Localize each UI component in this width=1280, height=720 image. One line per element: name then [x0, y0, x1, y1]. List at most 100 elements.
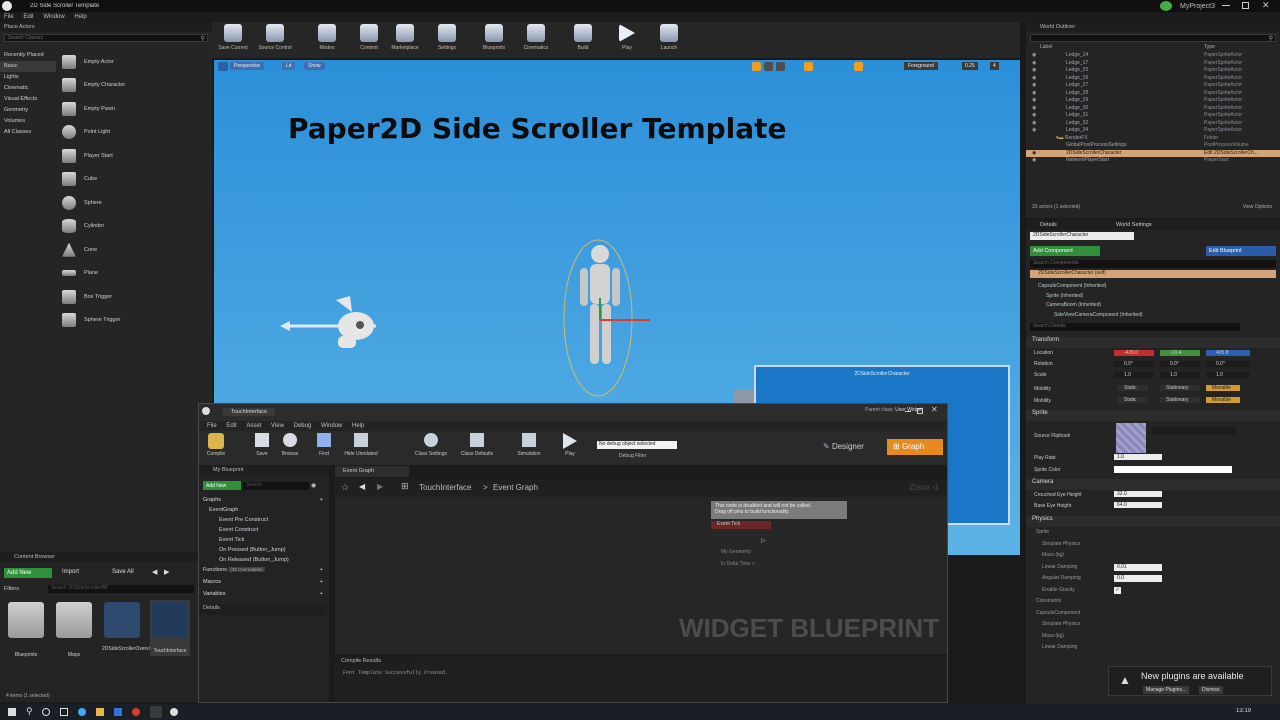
content-browser-tab[interactable]: Content Browser — [0, 552, 198, 562]
macros-section[interactable]: Macros + — [199, 579, 327, 591]
play-rate-field[interactable]: 1.0 — [1114, 454, 1162, 460]
edit-blueprint-button[interactable]: Edit Blueprint — [1206, 246, 1276, 256]
back-arrow-icon[interactable]: ◀ — [152, 568, 157, 576]
location-z[interactable]: 405.8 — [1206, 350, 1250, 356]
scale-y[interactable]: 1.0 — [1160, 372, 1200, 378]
my-blueprint-tab[interactable]: My Blueprint — [199, 465, 329, 475]
task-view-icon[interactable] — [60, 708, 68, 716]
actor-empty-pawn[interactable]: Empty Pawn — [58, 97, 212, 121]
unreal-taskbar-icon[interactable] — [170, 708, 178, 716]
browser-icon[interactable] — [78, 708, 86, 716]
perspective-button[interactable]: Perspective — [230, 62, 265, 70]
outliner-row[interactable]: ◉ Ledge_34 PaperSpriteActor — [1026, 127, 1280, 135]
dismiss-button[interactable]: Dismiss — [1199, 686, 1223, 694]
actor-sphere[interactable]: Sphere — [58, 191, 212, 215]
visibility-eye-icon[interactable]: ◉ — [1032, 67, 1036, 73]
viewport-options-button[interactable] — [218, 62, 228, 71]
physics-section[interactable]: Physics — [1026, 516, 1280, 527]
outliner-row[interactable]: ◉ Ledge_31 PaperSpriteActor — [1026, 112, 1280, 120]
add-variable-icon[interactable]: + — [320, 591, 323, 597]
toolbar-save-current-button[interactable]: Save Current — [216, 24, 250, 51]
save-button[interactable]: Save — [249, 433, 275, 457]
visibility-eye-icon[interactable]: ◉ — [1032, 157, 1036, 163]
add-function-icon[interactable]: + — [320, 567, 323, 573]
world-settings-tab[interactable]: World Settings — [1116, 222, 1152, 228]
source-control-icon[interactable] — [1160, 1, 1172, 11]
show-button[interactable]: Show — [304, 62, 325, 70]
outliner-row[interactable]: ◉ Ledge_32 PaperSpriteActor — [1026, 120, 1280, 128]
bp-menu-asset[interactable]: Asset — [246, 423, 261, 429]
bp-menu-view[interactable]: View — [271, 423, 284, 429]
transform-section[interactable]: Transform — [1026, 337, 1280, 348]
place-actors-tab[interactable]: Place Actors — [0, 22, 212, 32]
pin-delta-time[interactable]: In Delta Time ○ — [721, 561, 755, 567]
toolbar-launch-button[interactable]: Launch — [652, 24, 686, 51]
linear-damping-field[interactable]: 0.01 — [1114, 563, 1162, 571]
location-x[interactable]: -420.0 — [1114, 350, 1154, 356]
scale-tool-icon[interactable] — [776, 62, 785, 71]
lit-button[interactable]: Lit — [282, 62, 296, 70]
event-item[interactable]: Event Construct — [199, 527, 327, 537]
flipbook-dropdown[interactable] — [1152, 427, 1236, 435]
category-basic[interactable]: Basic — [0, 61, 56, 72]
world-outliner-tab[interactable]: World Outliner — [1026, 22, 1280, 32]
mobility-static[interactable]: Static — [1118, 385, 1148, 391]
toolbar-content-button[interactable]: Content — [352, 24, 386, 51]
breadcrumb-root[interactable]: TouchInterface — [419, 483, 471, 492]
category-geometry[interactable]: Geometry — [0, 105, 56, 116]
visibility-eye-icon[interactable]: ◉ — [1032, 127, 1036, 133]
actor-box-trigger[interactable]: Box Trigger — [58, 285, 212, 309]
character-mannequin[interactable] — [550, 238, 650, 398]
toolbar-marketplace-button[interactable]: Marketplace — [388, 24, 422, 51]
label-column-header[interactable]: Label — [1040, 44, 1052, 50]
component-row[interactable]: CameraBoom (Inherited) — [1038, 301, 1143, 311]
eye-icon[interactable]: ◉ — [311, 482, 316, 489]
grid-snap-icon[interactable] — [804, 62, 813, 71]
rotation-x[interactable]: 0.0° — [1114, 361, 1154, 367]
asset-folder-blueprints[interactable]: Blueprints — [6, 602, 46, 658]
category-lights[interactable]: Lights — [0, 72, 56, 83]
category-visual-effects[interactable]: Visual Effects — [0, 94, 56, 105]
unreal-logo-icon[interactable] — [2, 1, 12, 11]
actor-empty-actor[interactable]: Empty Actor — [58, 50, 212, 74]
functions-section[interactable]: Functions (35 Overridable) + — [199, 567, 327, 579]
visibility-eye-icon[interactable]: ◉ — [1032, 75, 1036, 81]
outliner-row[interactable]: ◉ Ledge_28 PaperSpriteActor — [1026, 90, 1280, 98]
forward-arrow-icon[interactable]: ▶ — [164, 568, 169, 576]
event-item[interactable]: On Pressed (Button_Jump) — [199, 547, 327, 557]
visibility-eye-icon[interactable]: ◉ — [1032, 90, 1036, 96]
toolbar-build-button[interactable]: Build — [566, 24, 600, 51]
forward-arrow-icon[interactable]: ▶ — [377, 482, 383, 491]
rotation-z[interactable]: 0.0° — [1206, 361, 1250, 367]
toolbar-settings-button[interactable]: Settings — [430, 24, 464, 51]
actor-name-field[interactable]: 2DSideScrollerCharacter — [1030, 232, 1134, 240]
mobility-static[interactable]: Static — [1118, 397, 1148, 403]
component-search[interactable]: Search Components — [1030, 260, 1276, 268]
add-new-button[interactable]: Add New — [4, 568, 52, 578]
mobility-stationary[interactable]: Stationary — [1160, 397, 1200, 403]
camera-speed[interactable]: 0.25 — [962, 62, 978, 70]
component-row[interactable]: CapsuleComponent (Inherited) — [1038, 282, 1143, 292]
find-button[interactable]: Find — [311, 433, 337, 457]
close-button[interactable]: ✕ — [931, 405, 938, 414]
visibility-eye-icon[interactable]: ◉ — [1032, 60, 1036, 66]
menu-file[interactable]: File — [4, 14, 14, 20]
outliner-row[interactable]: ◉ Ledge_29 PaperSpriteActor — [1026, 97, 1280, 105]
class-settings-button[interactable]: Class Settings — [409, 433, 453, 457]
camera-section[interactable]: Camera — [1026, 479, 1280, 490]
toolbar-play-button[interactable]: Play — [610, 24, 644, 51]
toolbar-blueprints-button[interactable]: Blueprints — [477, 24, 511, 51]
angular-damping-field[interactable]: 0.0 — [1114, 575, 1162, 582]
cortana-icon[interactable] — [42, 708, 50, 716]
details-tab[interactable]: Details — [1040, 222, 1057, 228]
bp-menu-help[interactable]: Help — [352, 423, 364, 429]
outliner-row-selected[interactable]: ◉ 2DSideScrollerCharacter Edit 2DSideScrol… — [1026, 149, 1280, 157]
exec-pin-icon[interactable]: ▷ — [761, 537, 766, 544]
visibility-eye-icon[interactable]: ◉ — [1032, 150, 1036, 156]
visibility-eye-icon[interactable]: ◉ — [1032, 105, 1036, 111]
play-button[interactable]: Play — [557, 433, 583, 457]
app-icon[interactable] — [132, 708, 140, 716]
translate-tool-icon[interactable] — [752, 62, 761, 71]
asset-overview[interactable]: 2DSideScrollerOverview — [102, 602, 156, 652]
bp-menu-debug[interactable]: Debug — [294, 423, 312, 429]
